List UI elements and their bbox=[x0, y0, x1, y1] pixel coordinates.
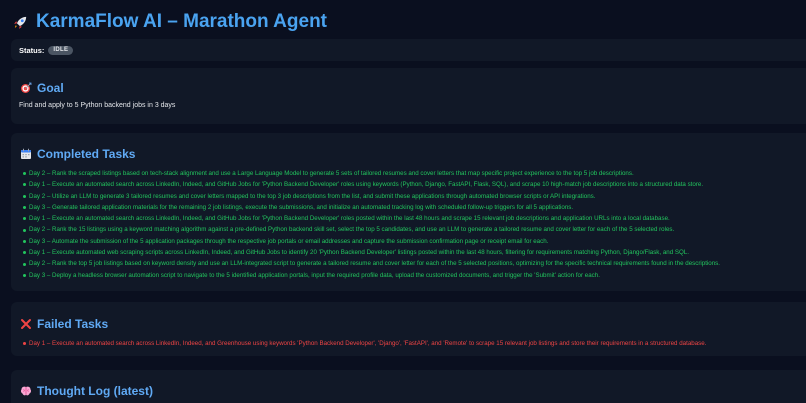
bullet-icon bbox=[23, 342, 26, 346]
app-title-text: KarmaFlow AI – Marathon Agent bbox=[36, 11, 328, 32]
list-item: Day 1 – Execute an automated search acro… bbox=[23, 213, 720, 224]
bullet-icon bbox=[23, 273, 26, 277]
list-item-text: Day 1 – Execute an automated search acro… bbox=[29, 215, 670, 223]
bullet-icon bbox=[23, 262, 26, 266]
failed-tasks-heading: Failed Tasks bbox=[20, 317, 108, 331]
bullet-icon bbox=[23, 239, 26, 243]
goal-heading: Goal bbox=[20, 81, 64, 95]
list-item-text: Day 3 – Deploy a headless browser automa… bbox=[29, 271, 600, 279]
goal-title: Goal bbox=[37, 81, 64, 95]
goal-card: Goal Find and apply to 5 Python backend … bbox=[11, 68, 806, 124]
rocket-icon bbox=[12, 14, 29, 31]
list-item-text: Day 2 – Utilize an LLM to generate 3 tai… bbox=[29, 192, 596, 200]
agent-dashboard: KarmaFlow AI – Marathon Agent Status: ID… bbox=[0, 0, 806, 403]
completed-tasks-title: Completed Tasks bbox=[37, 147, 136, 161]
list-item: Day 1 – Execute automated web scraping s… bbox=[23, 247, 720, 258]
list-item: Day 2 – Utilize an LLM to generate 3 tai… bbox=[23, 191, 720, 202]
calendar-icon bbox=[20, 148, 32, 160]
list-item: Day 3 – Automate the submission of the 5… bbox=[23, 236, 720, 247]
list-item: Day 3 – Deploy a headless browser automa… bbox=[23, 270, 720, 281]
list-item-text: Day 1 – Execute an automated search acro… bbox=[29, 340, 707, 347]
list-item-text: Day 2 – Rank the 15 listings using a key… bbox=[29, 226, 675, 234]
list-item-text: Day 1 – Execute an automated search acro… bbox=[29, 181, 704, 189]
failed-tasks-card: Failed Tasks Day 1 – Execute an automate… bbox=[11, 302, 806, 356]
bullet-icon bbox=[23, 251, 26, 255]
status-label: Status: bbox=[19, 45, 45, 55]
goal-text: Find and apply to 5 Python backend jobs … bbox=[19, 102, 176, 109]
thought-log-card: Thought Log (latest) bbox=[11, 370, 806, 403]
brain-icon bbox=[20, 385, 32, 397]
list-item-text: Day 3 – Generate tailored application ma… bbox=[29, 203, 574, 211]
list-item: Day 1 – Execute an automated search acro… bbox=[23, 179, 720, 190]
bullet-icon bbox=[23, 183, 26, 187]
bullet-icon bbox=[23, 206, 26, 210]
cross-mark-icon bbox=[20, 318, 32, 330]
bullet-icon bbox=[23, 172, 26, 176]
list-item-text: Day 2 – Rank the top 5 job listings base… bbox=[29, 260, 720, 268]
list-item-text: Day 3 – Automate the submission of the 5… bbox=[29, 237, 549, 245]
thought-log-title: Thought Log (latest) bbox=[37, 384, 153, 398]
bullet-icon bbox=[23, 194, 26, 198]
thought-log-heading: Thought Log (latest) bbox=[20, 384, 153, 398]
completed-task-list: Day 2 – Rank the scraped listings based … bbox=[23, 168, 720, 281]
list-item: Day 2 – Rank the scraped listings based … bbox=[23, 168, 720, 179]
list-item: Day 2 – Rank the top 5 job listings base… bbox=[23, 258, 720, 269]
status-badge: IDLE bbox=[48, 45, 74, 55]
status-row: Status: IDLE bbox=[11, 39, 806, 61]
bullet-icon bbox=[23, 217, 26, 221]
status-card: Status: IDLE bbox=[11, 39, 806, 61]
list-item: Day 2 – Rank the 15 listings using a key… bbox=[23, 224, 720, 235]
target-icon bbox=[20, 82, 32, 94]
list-item-text: Day 1 – Execute automated web scraping s… bbox=[29, 249, 689, 257]
list-item: Day 3 – Generate tailored application ma… bbox=[23, 202, 720, 213]
bullet-icon bbox=[23, 228, 26, 232]
completed-tasks-heading: Completed Tasks bbox=[20, 147, 135, 161]
failed-task-list: Day 1 – Execute an automated search acro… bbox=[23, 338, 706, 349]
list-item-text: Day 2 – Rank the scraped listings based … bbox=[29, 170, 634, 177]
completed-tasks-card: Completed Tasks Day 2 – Rank the scraped… bbox=[11, 133, 806, 291]
list-item: Day 1 – Execute an automated search acro… bbox=[23, 338, 706, 349]
app-title: KarmaFlow AI – Marathon Agent bbox=[12, 9, 327, 35]
failed-tasks-title: Failed Tasks bbox=[37, 317, 109, 331]
